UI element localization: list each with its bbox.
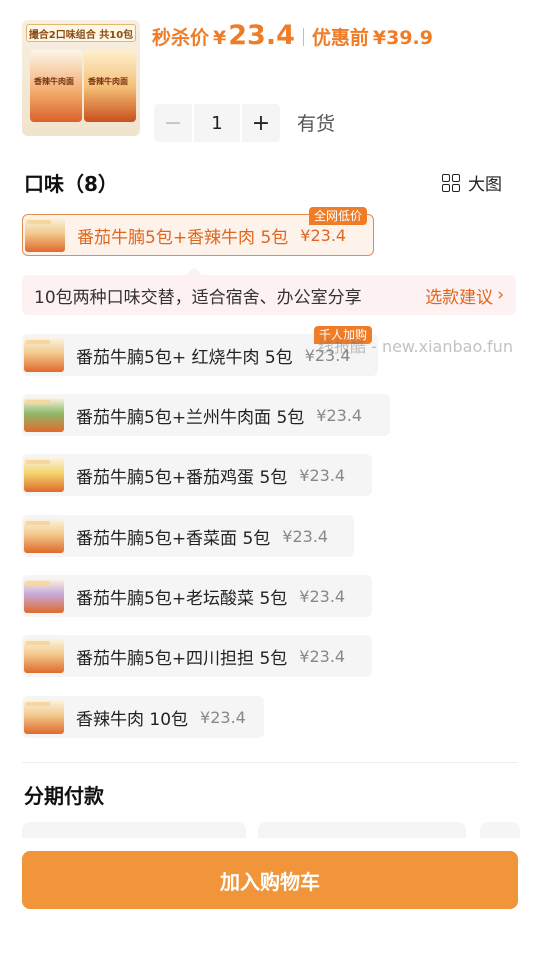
price-divider [302, 28, 304, 46]
flash-price-value: 23.4 [228, 20, 295, 51]
flavor-thumbnail [25, 218, 65, 252]
flavor-thumbnail [24, 579, 64, 613]
thumb-pack-b: 香辣牛肉面 [84, 50, 136, 122]
flavor-option-name: 番茄牛腩5包+香辣牛肉 5包 [77, 227, 289, 248]
flavor-section-title: 口味（8） [24, 172, 118, 196]
flavor-option-name: 番茄牛腩5包+老坛酸菜 5包 [76, 588, 288, 609]
flavor-thumbnail [24, 338, 64, 372]
flavor-option-price: ¥23.4 [299, 586, 346, 606]
flavor-option[interactable]: 番茄牛腩5包+四川担担 5包 ¥23.4 [22, 635, 372, 677]
quantity-increase-button[interactable]: + [242, 104, 280, 142]
flavor-option[interactable]: 番茄牛腩5包+老坛酸菜 5包 ¥23.4 [22, 575, 372, 617]
original-price-label: 优惠前 [311, 27, 369, 49]
flavor-option-price: ¥23.4 [200, 707, 246, 727]
flavor-option[interactable]: 番茄牛腩5包+番茄鸡蛋 5包 ¥23.4 [22, 454, 372, 496]
installment-option[interactable] [480, 822, 520, 838]
installment-option[interactable] [22, 822, 246, 838]
flavor-thumbnail [24, 398, 64, 432]
watermark: 线报酷 - new.xianbao.fun [318, 337, 513, 356]
lowest-price-badge: 全网低价 [309, 207, 368, 225]
thumb-pack-label-a: 香辣牛肉面 [34, 77, 74, 86]
big-image-label: 大图 [468, 175, 502, 195]
flavor-option-price: ¥23.4 [299, 465, 346, 485]
product-thumbnail[interactable]: 撮合2口味组合 共10包 香辣牛肉面 香辣牛肉面 [22, 20, 140, 136]
flavor-option-name: 番茄牛腩5包+番茄鸡蛋 5包 [76, 467, 288, 488]
flavor-option[interactable]: 香辣牛肉 10包 ¥23.4 [22, 696, 264, 738]
chevron-right-icon: › [497, 285, 504, 305]
section-divider [22, 762, 518, 763]
flavor-option-price: ¥23.4 [299, 646, 346, 666]
grid-icon [442, 173, 460, 192]
stock-status: 有货 [297, 113, 336, 135]
flavor-thumbnail [24, 519, 64, 553]
big-image-toggle[interactable]: 大图 [442, 170, 502, 195]
flavor-thumbnail [24, 458, 64, 492]
flavor-thumbnail [24, 700, 64, 734]
currency-symbol: ¥ [213, 27, 227, 49]
thumb-pack-label-b: 香辣牛肉面 [88, 77, 128, 86]
flavor-option-price: ¥23.4 [282, 526, 329, 546]
tip-text: 10包两种口味交替，适合宿舍、办公室分享 [34, 287, 362, 308]
thumb-pack-a: 香辣牛肉面 [30, 50, 82, 122]
flavor-option-name: 番茄牛腩5包+兰州牛肉面 5包 [76, 407, 305, 428]
price-line: 秒杀价 ¥ 23.4 优惠前 ¥39.9 [152, 20, 433, 54]
quantity-input[interactable]: 1 [194, 104, 240, 142]
flavor-suggestion-tip: 10包两种口味交替，适合宿舍、办公室分享 选款建议 › [22, 267, 516, 315]
installment-title: 分期付款 [24, 784, 104, 808]
installment-option[interactable] [258, 822, 466, 838]
suggestion-link-label: 选款建议 [425, 287, 494, 308]
flavor-option-name: 番茄牛腩5包+香菜面 5包 [76, 528, 271, 549]
add-to-cart-button[interactable]: 加入购物车 [22, 851, 518, 909]
flash-price-label: 秒杀价 [152, 27, 210, 49]
quantity-stepper: − 1 + [154, 104, 280, 142]
quantity-decrease-button[interactable]: − [154, 104, 192, 142]
flavor-option[interactable]: 番茄牛腩5包+兰州牛肉面 5包 ¥23.4 [22, 394, 390, 436]
flavor-option-price: ¥23.4 [300, 225, 347, 245]
thumb-banner: 撮合2口味组合 共10包 [26, 24, 136, 42]
flavor-option[interactable]: 番茄牛腩5包+香菜面 5包 ¥23.4 [22, 515, 354, 557]
flavor-thumbnail [24, 639, 64, 673]
flavor-option-price: ¥23.4 [316, 405, 363, 425]
original-price-value: ¥39.9 [372, 27, 433, 49]
flavor-option-name: 番茄牛腩5包+四川担担 5包 [76, 648, 288, 669]
flavor-option-name: 香辣牛肉 10包 [76, 709, 189, 730]
flavor-option-name: 番茄牛腩5包+ 红烧牛肉 5包 [76, 347, 293, 368]
suggestion-link[interactable]: 选款建议 › [425, 283, 504, 308]
